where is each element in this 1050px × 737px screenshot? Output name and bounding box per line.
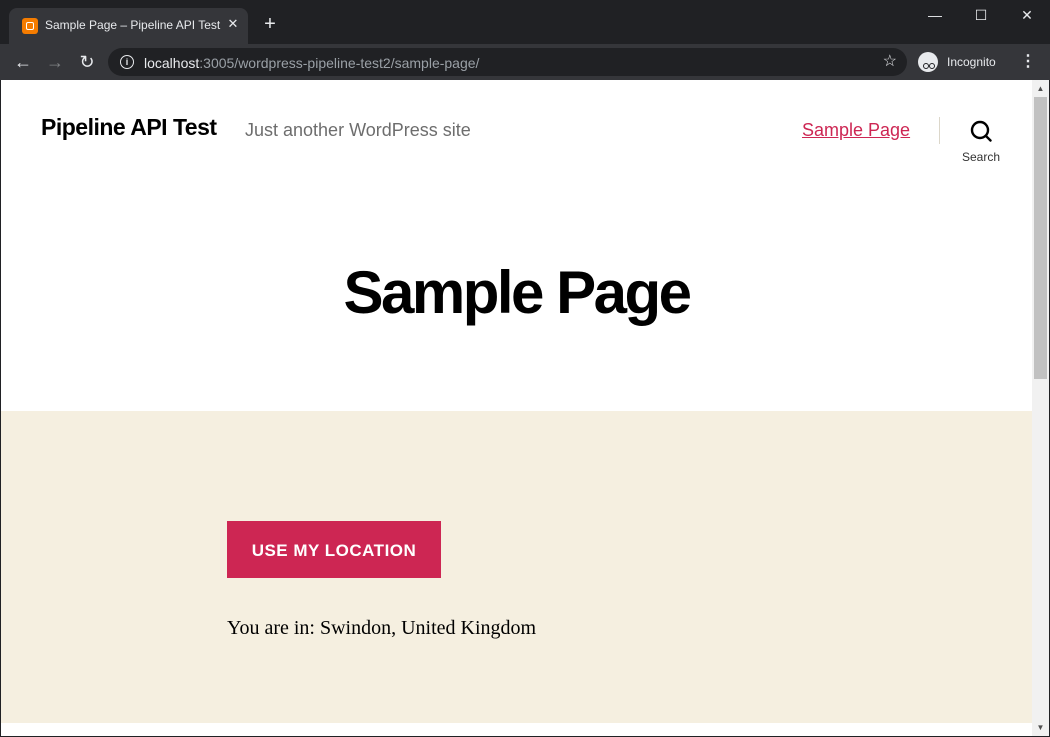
page-title: Sample Page: [343, 259, 692, 326]
minimize-button[interactable]: —: [912, 0, 958, 30]
incognito-indicator[interactable]: Incognito: [918, 49, 996, 75]
new-tab-button[interactable]: +: [260, 14, 280, 34]
url-host: localhost: [144, 55, 200, 71]
site-info-icon[interactable]: i: [120, 55, 134, 69]
content-section: USE MY LOCATION You are in: Swindon, Unit…: [1, 411, 1032, 723]
url-path: :3005/wordpress-pipeline-test2/sample-pa…: [199, 55, 480, 71]
search-icon: [970, 120, 992, 142]
header-divider: [939, 117, 940, 144]
page-scrollbar[interactable]: ▲ ▼: [1032, 80, 1049, 736]
incognito-label: Incognito: [947, 55, 996, 69]
nav-item-sample-page[interactable]: Sample Page: [802, 120, 910, 141]
tab-title: Sample Page – Pipeline API Test: [45, 18, 221, 32]
scroll-up-arrow-icon[interactable]: ▲: [1032, 80, 1049, 97]
page-viewport: Pipeline API Test Just another WordPress…: [1, 80, 1032, 736]
maximize-button[interactable]: ☐: [958, 0, 1004, 30]
site-description: Just another WordPress site: [245, 120, 471, 140]
url-text[interactable]: localhost:3005/wordpress-pipeline-test2/…: [144, 55, 479, 71]
location-prefix: You are in:: [227, 617, 315, 639]
browser-tab[interactable]: Sample Page – Pipeline API Test ✕: [9, 8, 248, 44]
site-title[interactable]: Pipeline API Test: [41, 114, 217, 141]
back-button[interactable]: ←: [11, 50, 35, 74]
location-result: You are in: Swindon, United Kingdom: [227, 617, 536, 640]
location-value: Swindon, United Kingdom: [319, 617, 537, 639]
close-window-button[interactable]: ✕: [1004, 0, 1050, 30]
bookmark-star-icon[interactable]: ☆: [883, 53, 897, 71]
forward-button[interactable]: →: [43, 50, 67, 74]
browser-title-bar: Sample Page – Pipeline API Test ✕ + — ☐ …: [0, 0, 1050, 44]
scroll-down-arrow-icon[interactable]: ▼: [1032, 719, 1049, 736]
incognito-icon: [918, 52, 938, 72]
address-bar[interactable]: i localhost:3005/wordpress-pipeline-test…: [108, 48, 907, 76]
browser-menu-icon[interactable]: ⋮: [1018, 50, 1038, 74]
site-favicon-icon: [22, 18, 38, 34]
use-my-location-button[interactable]: USE MY LOCATION: [227, 521, 441, 578]
scroll-thumb[interactable]: [1034, 97, 1047, 379]
browser-toolbar: ← → ↻ i localhost:3005/wordpress-pipelin…: [0, 44, 1050, 80]
search-toggle-button[interactable]: Search: [957, 118, 1005, 164]
tab-close-icon[interactable]: ✕: [225, 16, 241, 32]
search-label: Search: [961, 150, 1001, 164]
reload-button[interactable]: ↻: [75, 50, 99, 74]
